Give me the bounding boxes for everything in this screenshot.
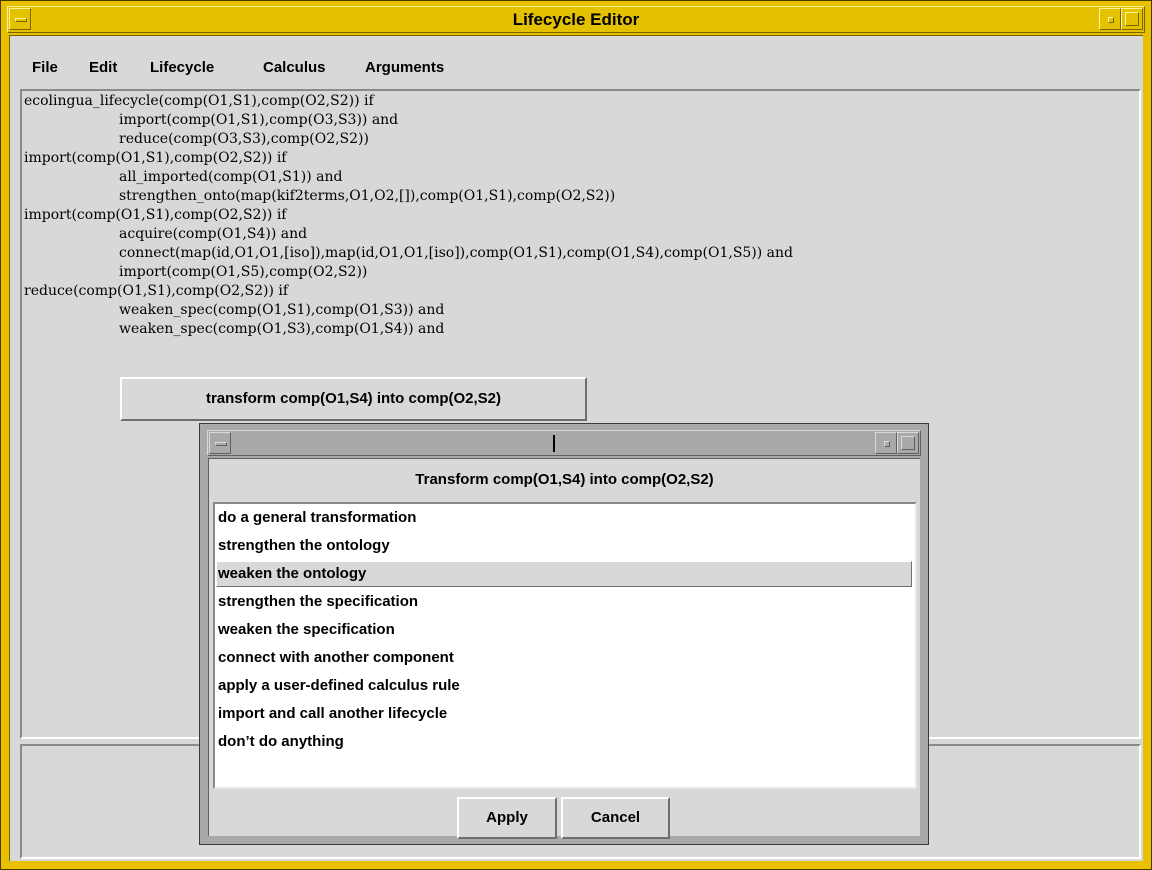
minimize-icon (1108, 17, 1114, 23)
maximize-button[interactable] (1121, 8, 1143, 30)
menu-bar: File Edit Lifecycle Calculus Arguments (10, 36, 1143, 88)
apply-button[interactable]: Apply (457, 797, 557, 839)
text-cursor-icon (553, 435, 555, 452)
dialog-client: Transform comp(O1,S4) into comp(O2,S2) d… (208, 458, 920, 839)
code-line[interactable]: strengthen_onto(map(kif2terms,O1,O2,[]),… (119, 188, 615, 205)
window-menu-icon (215, 442, 227, 446)
menu-edit[interactable]: Edit (89, 59, 117, 76)
transform-options-list[interactable]: do a general transformation strengthen t… (213, 502, 917, 789)
list-item[interactable]: connect with another component (216, 645, 912, 671)
transform-dialog: Transform comp(O1,S4) into comp(O2,S2) d… (199, 423, 929, 845)
minimize-icon (884, 441, 890, 447)
menu-calculus[interactable]: Calculus (263, 59, 326, 76)
code-line[interactable]: import(comp(O1,S1),comp(O3,S3)) and (119, 112, 398, 129)
code-line[interactable]: connect(map(id,O1,O1,[iso]),map(id,O1,O1… (119, 245, 793, 262)
minimize-button[interactable] (1099, 8, 1121, 30)
list-item[interactable]: weaken the specification (216, 617, 912, 643)
code-line[interactable]: weaken_spec(comp(O1,S3),comp(O1,S4)) and (119, 321, 444, 338)
cancel-button[interactable]: Cancel (561, 797, 670, 839)
menu-lifecycle[interactable]: Lifecycle (150, 59, 214, 76)
dialog-minimize-button[interactable] (875, 432, 897, 454)
list-item[interactable]: don’t do anything (216, 729, 912, 755)
code-line[interactable]: weaken_spec(comp(O1,S1),comp(O1,S3)) and (119, 302, 444, 319)
list-item[interactable]: strengthen the ontology (216, 533, 912, 559)
code-line[interactable]: import(comp(O1,S1),comp(O2,S2)) if (24, 150, 286, 167)
dialog-menu-button[interactable] (209, 432, 231, 454)
dialog-heading: Transform comp(O1,S4) into comp(O2,S2) (415, 471, 714, 488)
dialog-title-bar[interactable] (207, 430, 921, 456)
maximize-icon (901, 436, 915, 450)
code-line[interactable]: all_imported(comp(O1,S1)) and (119, 169, 342, 186)
list-item[interactable]: do a general transformation (216, 505, 912, 531)
code-line[interactable]: acquire(comp(O1,S4)) and (119, 226, 307, 243)
transform-popup-button[interactable]: transform comp(O1,S4) into comp(O2,S2) (120, 377, 587, 421)
list-item[interactable]: apply a user-defined calculus rule (216, 673, 912, 699)
list-item[interactable]: import and call another lifecycle (216, 701, 912, 727)
title-bar[interactable]: Lifecycle Editor (7, 6, 1145, 33)
maximize-icon (1125, 12, 1139, 26)
window-title: Lifecycle Editor (512, 10, 640, 29)
code-line[interactable]: ecolingua_lifecycle(comp(O1,S1),comp(O2,… (24, 93, 374, 110)
menu-arguments[interactable]: Arguments (365, 59, 444, 76)
code-line[interactable]: reduce(comp(O3,S3),comp(O2,S2)) (119, 131, 369, 148)
list-item[interactable]: strengthen the specification (216, 589, 912, 615)
code-line[interactable]: reduce(comp(O1,S1),comp(O2,S2)) if (24, 283, 288, 300)
list-item-selected[interactable]: weaken the ontology (216, 561, 912, 587)
dialog-maximize-button[interactable] (897, 432, 919, 454)
menu-file[interactable]: File (32, 59, 58, 76)
code-line[interactable]: import(comp(O1,S5),comp(O2,S2)) (119, 264, 367, 281)
code-line[interactable]: import(comp(O1,S1),comp(O2,S2)) if (24, 207, 286, 224)
